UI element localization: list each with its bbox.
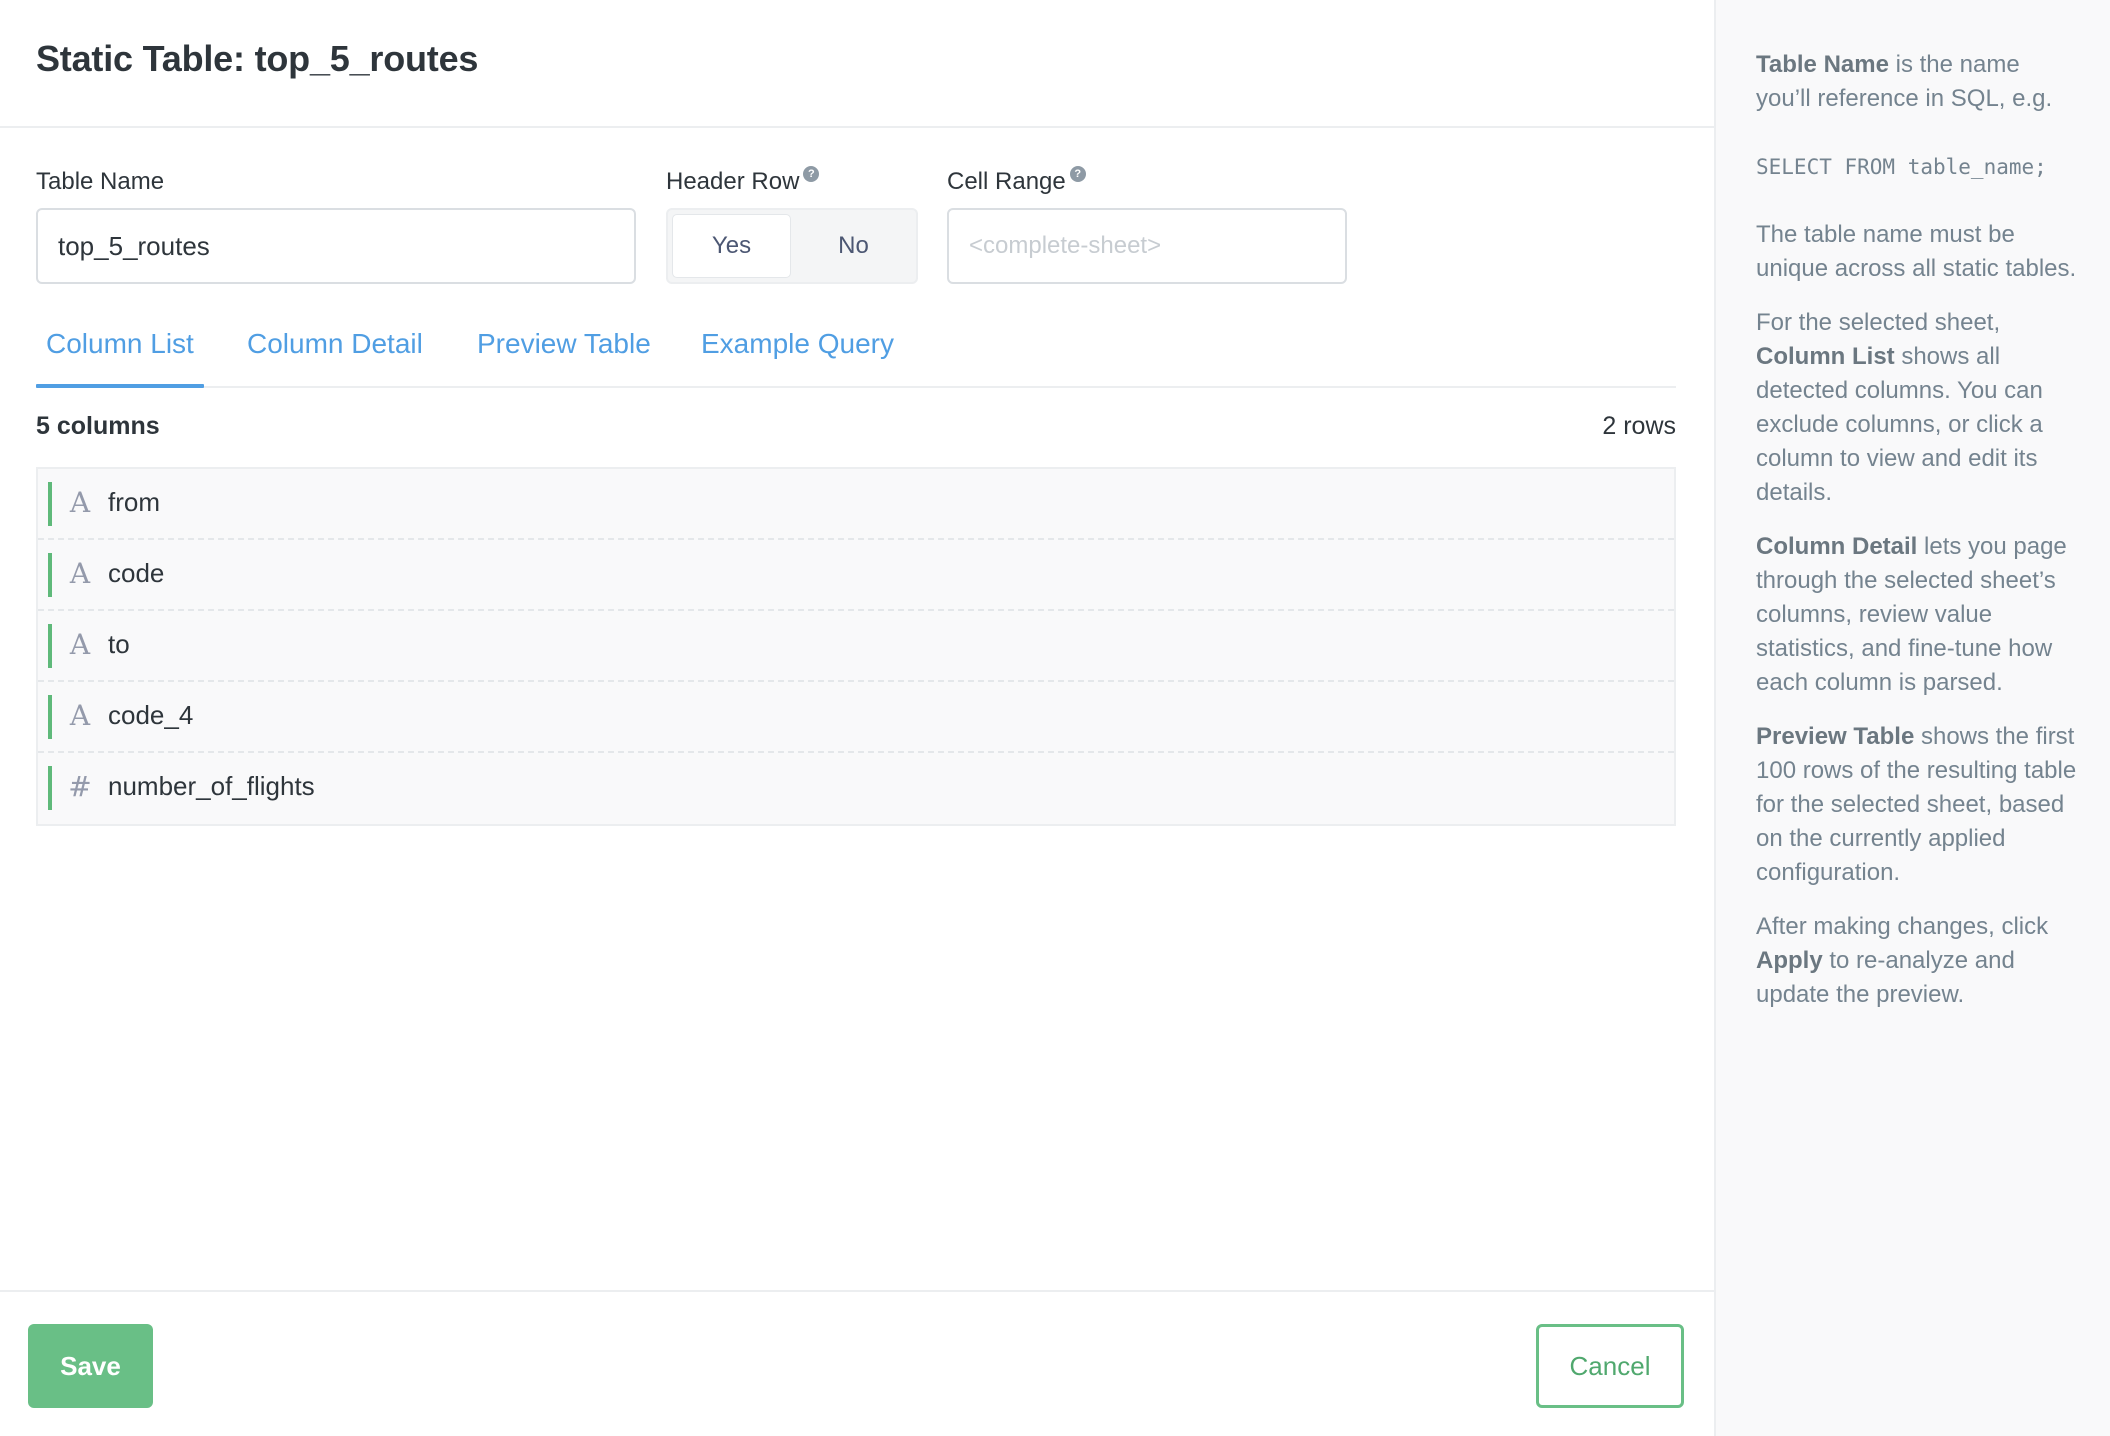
- save-button[interactable]: Save: [28, 1324, 153, 1408]
- header-row-yes-button[interactable]: Yes: [672, 214, 791, 278]
- table-name-input[interactable]: [36, 208, 636, 284]
- cell-range-label-text: Cell Range: [947, 168, 1066, 195]
- table-name-label: Table Name: [36, 168, 165, 195]
- column-name: code_4: [108, 700, 194, 730]
- text-type-icon: A: [69, 699, 91, 732]
- help-icon[interactable]: ?: [1069, 166, 1086, 182]
- column-name: to: [108, 629, 130, 659]
- column-row[interactable]: A code_4: [38, 682, 1674, 753]
- include-indicator: [48, 482, 52, 526]
- help-icon[interactable]: ?: [803, 166, 820, 182]
- column-name: number_of_flights: [108, 771, 315, 801]
- main-panel: Static Table: top_5_routes Table Name He…: [0, 0, 1714, 1436]
- help-term: Column List: [1756, 343, 1895, 370]
- column-name: code: [108, 558, 165, 588]
- text-type-icon: A: [69, 557, 91, 590]
- help-paragraph: Column Detail lets you page through the …: [1756, 530, 2078, 700]
- help-term: Column Detail: [1756, 533, 1918, 560]
- column-row[interactable]: # number_of_flights: [38, 753, 1674, 824]
- column-count: 5 columns: [36, 412, 160, 440]
- tab-preview-table[interactable]: Preview Table: [467, 328, 661, 386]
- row-count: 2 rows: [1602, 412, 1676, 440]
- cancel-button[interactable]: Cancel: [1536, 1324, 1684, 1408]
- header-row-label: Header Row?: [666, 166, 820, 196]
- tab-column-list[interactable]: Column List: [36, 328, 204, 388]
- column-list: A from A code A to A code_4 # number_of_…: [36, 467, 1676, 826]
- text-type-icon: A: [69, 628, 91, 661]
- include-indicator: [48, 766, 52, 810]
- tab-bar: Column List Column Detail Preview Table …: [36, 318, 1676, 388]
- help-text: For the selected sheet,: [1756, 309, 2001, 336]
- header-row-toggle: Yes No: [666, 208, 918, 284]
- sql-example: SELECT FROM table_name;: [1756, 155, 2047, 179]
- include-indicator: [48, 553, 52, 597]
- text-type-icon: A: [69, 486, 91, 519]
- column-row[interactable]: A to: [38, 611, 1674, 682]
- static-table-editor: Static Table: top_5_routes Table Name He…: [0, 0, 2110, 1436]
- help-term: Table Name: [1756, 51, 1889, 78]
- help-paragraph: Preview Table shows the first 100 rows o…: [1756, 720, 2078, 890]
- column-row[interactable]: A code: [38, 540, 1674, 611]
- header-row-label-text: Header Row: [666, 168, 800, 195]
- help-paragraph: After making changes, click Apply to re-…: [1756, 910, 2078, 1012]
- help-paragraph: Table Name is the name you’ll reference …: [1756, 48, 2078, 116]
- number-type-icon: #: [68, 770, 92, 803]
- footer: Save Cancel: [0, 1290, 1714, 1436]
- column-name: from: [108, 487, 160, 517]
- tab-example-query[interactable]: Example Query: [691, 328, 904, 386]
- cell-range-label: Cell Range?: [947, 166, 1086, 196]
- include-indicator: [48, 624, 52, 668]
- help-term: Preview Table: [1756, 723, 1915, 750]
- help-sidebar: Table Name is the name you’ll reference …: [1714, 0, 2110, 1436]
- include-indicator: [48, 695, 52, 739]
- page-title: Static Table: top_5_routes: [36, 38, 479, 79]
- header-row-no-button[interactable]: No: [795, 214, 912, 278]
- help-term: Apply: [1756, 947, 1823, 974]
- header: Static Table: top_5_routes: [0, 0, 1714, 128]
- help-text: After making changes, click: [1756, 913, 2049, 940]
- help-paragraph: For the selected sheet, Column List show…: [1756, 306, 2078, 510]
- help-paragraph: The table name must be unique across all…: [1756, 221, 2077, 282]
- column-row[interactable]: A from: [38, 469, 1674, 540]
- cell-range-input[interactable]: [947, 208, 1347, 284]
- tab-column-detail[interactable]: Column Detail: [237, 328, 433, 386]
